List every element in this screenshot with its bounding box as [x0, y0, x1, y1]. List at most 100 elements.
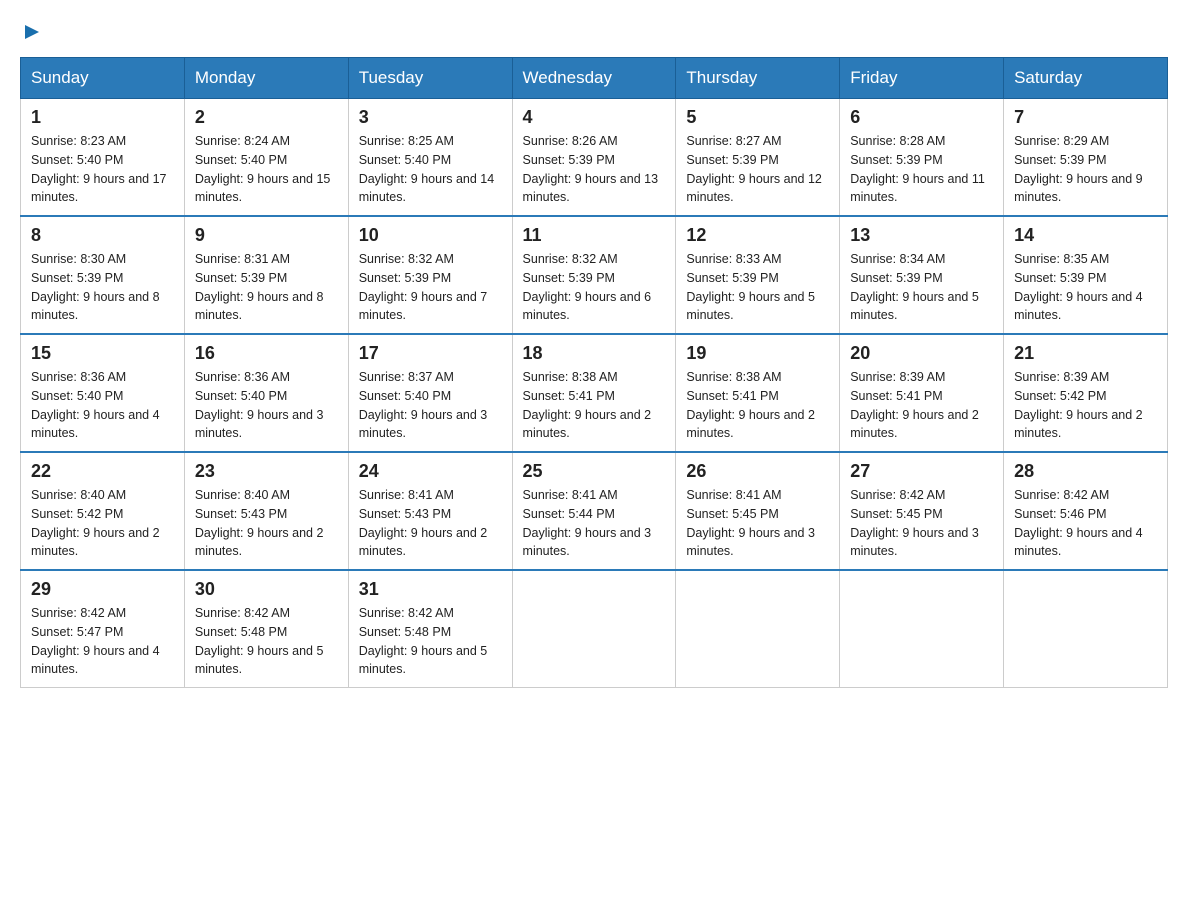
table-row: 26 Sunrise: 8:41 AMSunset: 5:45 PMDaylig… [676, 452, 840, 570]
day-info: Sunrise: 8:26 AMSunset: 5:39 PMDaylight:… [523, 134, 659, 204]
day-number: 9 [195, 225, 338, 246]
calendar-week-row: 29 Sunrise: 8:42 AMSunset: 5:47 PMDaylig… [21, 570, 1168, 688]
header-saturday: Saturday [1004, 58, 1168, 99]
table-row [676, 570, 840, 688]
table-row: 6 Sunrise: 8:28 AMSunset: 5:39 PMDayligh… [840, 99, 1004, 217]
table-row: 28 Sunrise: 8:42 AMSunset: 5:46 PMDaylig… [1004, 452, 1168, 570]
day-number: 22 [31, 461, 174, 482]
day-info: Sunrise: 8:39 AMSunset: 5:41 PMDaylight:… [850, 370, 979, 440]
table-row: 11 Sunrise: 8:32 AMSunset: 5:39 PMDaylig… [512, 216, 676, 334]
day-number: 28 [1014, 461, 1157, 482]
day-number: 20 [850, 343, 993, 364]
day-number: 27 [850, 461, 993, 482]
day-number: 11 [523, 225, 666, 246]
day-info: Sunrise: 8:29 AMSunset: 5:39 PMDaylight:… [1014, 134, 1143, 204]
calendar-week-row: 8 Sunrise: 8:30 AMSunset: 5:39 PMDayligh… [21, 216, 1168, 334]
day-number: 24 [359, 461, 502, 482]
day-info: Sunrise: 8:32 AMSunset: 5:39 PMDaylight:… [523, 252, 652, 322]
day-info: Sunrise: 8:25 AMSunset: 5:40 PMDaylight:… [359, 134, 495, 204]
table-row: 30 Sunrise: 8:42 AMSunset: 5:48 PMDaylig… [184, 570, 348, 688]
day-info: Sunrise: 8:38 AMSunset: 5:41 PMDaylight:… [686, 370, 815, 440]
day-info: Sunrise: 8:31 AMSunset: 5:39 PMDaylight:… [195, 252, 324, 322]
day-info: Sunrise: 8:34 AMSunset: 5:39 PMDaylight:… [850, 252, 979, 322]
day-number: 14 [1014, 225, 1157, 246]
table-row: 15 Sunrise: 8:36 AMSunset: 5:40 PMDaylig… [21, 334, 185, 452]
table-row: 13 Sunrise: 8:34 AMSunset: 5:39 PMDaylig… [840, 216, 1004, 334]
table-row: 22 Sunrise: 8:40 AMSunset: 5:42 PMDaylig… [21, 452, 185, 570]
table-row [1004, 570, 1168, 688]
day-number: 16 [195, 343, 338, 364]
day-number: 23 [195, 461, 338, 482]
table-row: 5 Sunrise: 8:27 AMSunset: 5:39 PMDayligh… [676, 99, 840, 217]
day-number: 30 [195, 579, 338, 600]
day-info: Sunrise: 8:42 AMSunset: 5:47 PMDaylight:… [31, 606, 160, 676]
day-number: 10 [359, 225, 502, 246]
day-info: Sunrise: 8:40 AMSunset: 5:43 PMDaylight:… [195, 488, 324, 558]
day-number: 4 [523, 107, 666, 128]
day-number: 3 [359, 107, 502, 128]
table-row: 17 Sunrise: 8:37 AMSunset: 5:40 PMDaylig… [348, 334, 512, 452]
day-info: Sunrise: 8:42 AMSunset: 5:46 PMDaylight:… [1014, 488, 1143, 558]
table-row: 3 Sunrise: 8:25 AMSunset: 5:40 PMDayligh… [348, 99, 512, 217]
table-row: 21 Sunrise: 8:39 AMSunset: 5:42 PMDaylig… [1004, 334, 1168, 452]
table-row: 9 Sunrise: 8:31 AMSunset: 5:39 PMDayligh… [184, 216, 348, 334]
day-info: Sunrise: 8:36 AMSunset: 5:40 PMDaylight:… [31, 370, 160, 440]
day-number: 7 [1014, 107, 1157, 128]
weekday-header-row: Sunday Monday Tuesday Wednesday Thursday… [21, 58, 1168, 99]
day-number: 15 [31, 343, 174, 364]
day-info: Sunrise: 8:35 AMSunset: 5:39 PMDaylight:… [1014, 252, 1143, 322]
table-row: 12 Sunrise: 8:33 AMSunset: 5:39 PMDaylig… [676, 216, 840, 334]
day-number: 26 [686, 461, 829, 482]
day-info: Sunrise: 8:38 AMSunset: 5:41 PMDaylight:… [523, 370, 652, 440]
table-row: 1 Sunrise: 8:23 AMSunset: 5:40 PMDayligh… [21, 99, 185, 217]
header-sunday: Sunday [21, 58, 185, 99]
day-info: Sunrise: 8:40 AMSunset: 5:42 PMDaylight:… [31, 488, 160, 558]
day-info: Sunrise: 8:42 AMSunset: 5:48 PMDaylight:… [359, 606, 488, 676]
table-row: 24 Sunrise: 8:41 AMSunset: 5:43 PMDaylig… [348, 452, 512, 570]
table-row: 8 Sunrise: 8:30 AMSunset: 5:39 PMDayligh… [21, 216, 185, 334]
table-row: 16 Sunrise: 8:36 AMSunset: 5:40 PMDaylig… [184, 334, 348, 452]
table-row: 23 Sunrise: 8:40 AMSunset: 5:43 PMDaylig… [184, 452, 348, 570]
header-thursday: Thursday [676, 58, 840, 99]
calendar-week-row: 22 Sunrise: 8:40 AMSunset: 5:42 PMDaylig… [21, 452, 1168, 570]
header-friday: Friday [840, 58, 1004, 99]
day-number: 12 [686, 225, 829, 246]
table-row: 10 Sunrise: 8:32 AMSunset: 5:39 PMDaylig… [348, 216, 512, 334]
calendar-table: Sunday Monday Tuesday Wednesday Thursday… [20, 57, 1168, 688]
day-info: Sunrise: 8:33 AMSunset: 5:39 PMDaylight:… [686, 252, 815, 322]
day-info: Sunrise: 8:41 AMSunset: 5:43 PMDaylight:… [359, 488, 488, 558]
table-row: 20 Sunrise: 8:39 AMSunset: 5:41 PMDaylig… [840, 334, 1004, 452]
header-wednesday: Wednesday [512, 58, 676, 99]
table-row [512, 570, 676, 688]
day-info: Sunrise: 8:39 AMSunset: 5:42 PMDaylight:… [1014, 370, 1143, 440]
day-info: Sunrise: 8:42 AMSunset: 5:48 PMDaylight:… [195, 606, 324, 676]
day-info: Sunrise: 8:30 AMSunset: 5:39 PMDaylight:… [31, 252, 160, 322]
day-info: Sunrise: 8:41 AMSunset: 5:45 PMDaylight:… [686, 488, 815, 558]
day-number: 31 [359, 579, 502, 600]
day-number: 6 [850, 107, 993, 128]
day-number: 18 [523, 343, 666, 364]
day-info: Sunrise: 8:36 AMSunset: 5:40 PMDaylight:… [195, 370, 324, 440]
table-row: 2 Sunrise: 8:24 AMSunset: 5:40 PMDayligh… [184, 99, 348, 217]
day-info: Sunrise: 8:24 AMSunset: 5:40 PMDaylight:… [195, 134, 331, 204]
day-number: 2 [195, 107, 338, 128]
day-number: 8 [31, 225, 174, 246]
page-header [20, 20, 1168, 37]
day-info: Sunrise: 8:37 AMSunset: 5:40 PMDaylight:… [359, 370, 488, 440]
calendar-week-row: 1 Sunrise: 8:23 AMSunset: 5:40 PMDayligh… [21, 99, 1168, 217]
day-info: Sunrise: 8:32 AMSunset: 5:39 PMDaylight:… [359, 252, 488, 322]
day-number: 29 [31, 579, 174, 600]
calendar-week-row: 15 Sunrise: 8:36 AMSunset: 5:40 PMDaylig… [21, 334, 1168, 452]
logo-triangle-icon [21, 21, 43, 43]
header-tuesday: Tuesday [348, 58, 512, 99]
day-info: Sunrise: 8:41 AMSunset: 5:44 PMDaylight:… [523, 488, 652, 558]
table-row [840, 570, 1004, 688]
header-monday: Monday [184, 58, 348, 99]
table-row: 29 Sunrise: 8:42 AMSunset: 5:47 PMDaylig… [21, 570, 185, 688]
logo [20, 20, 43, 37]
day-number: 21 [1014, 343, 1157, 364]
day-number: 19 [686, 343, 829, 364]
day-info: Sunrise: 8:42 AMSunset: 5:45 PMDaylight:… [850, 488, 979, 558]
table-row: 18 Sunrise: 8:38 AMSunset: 5:41 PMDaylig… [512, 334, 676, 452]
day-info: Sunrise: 8:27 AMSunset: 5:39 PMDaylight:… [686, 134, 822, 204]
